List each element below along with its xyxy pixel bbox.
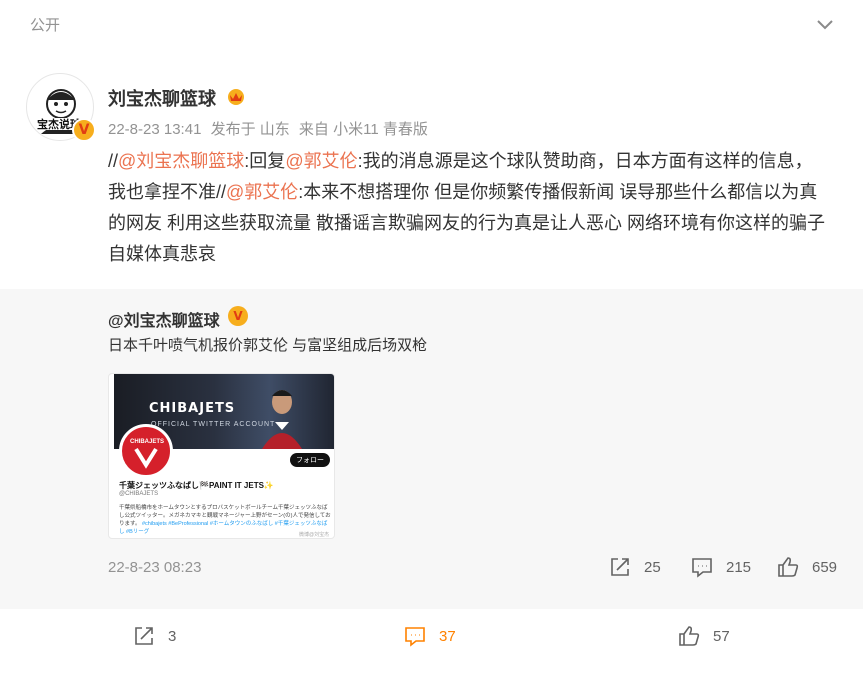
post-time[interactable]: 22-8-23 13:41 [108,121,201,138]
comment-icon [692,558,712,578]
visibility-label: 公开 [30,17,61,34]
repost-count: 25 [644,558,661,576]
quoted-repost-button[interactable]: 25 [608,555,661,579]
logo-mark [134,447,158,469]
content-text: :回复 [244,151,286,171]
quoted-text: 日本千叶喷气机报价郭艾伦 与富坚组成后场双枪 [108,337,428,354]
quoted-comment-button[interactable]: 215 [690,555,751,579]
comment-count: 215 [726,558,752,576]
content-text: // [108,151,119,171]
post-meta: 22-8-23 13:41 发布于 山东 来自 小米11 青春版 [108,118,433,139]
repost-button[interactable]: 3 [132,624,176,648]
team-logo: CHIBAJETS [119,424,173,478]
image-watermark: 微博@刘宝杰聊篮球 [299,532,330,538]
quoted-post[interactable]: @刘宝杰聊篮球 V 日本千叶喷气机报价郭艾伦 与富坚组成后场双枪 CHIBAJE… [0,289,863,609]
like-icon [778,557,799,577]
quoted-author[interactable]: @刘宝杰聊篮球 [108,307,220,331]
account-name: 千葉ジェッツふなばし🏁PAINT IT JETS✨ [119,481,274,490]
banner-title: CHIBAJETS [149,401,236,416]
chevron-down-icon[interactable] [814,13,836,35]
follow-button: フォロー [290,453,330,467]
player-photo [262,390,302,449]
comment-count: 37 [439,627,456,645]
quoted-image[interactable]: CHIBAJETS OFFICIAL TWITTER ACCOUNT CHIBA… [108,373,335,539]
quoted-time[interactable]: 22-8-23 08:23 [108,559,201,576]
post-topbar: 公开 [0,0,863,50]
bio-tags: #chibajets #BeProfessional #ホームタウンのふなばし … [119,521,328,535]
post-footer: 3 37 57 [0,620,863,654]
like-button[interactable]: 57 [677,624,730,648]
like-count: 57 [713,627,730,645]
quoted-like-button[interactable]: 659 [776,555,837,579]
crown-icon [228,89,244,105]
account-handle: @CHIBAJETS [119,491,159,497]
post-content: //@刘宝杰聊篮球:回复@郭艾伦:我的消息源是这个球队赞助商，日本方面有这样的信… [108,146,828,270]
mention-link[interactable]: @刘宝杰聊篮球 [118,151,244,171]
comment-button[interactable]: 37 [403,624,456,648]
repost-icon [135,627,153,645]
mention-link[interactable]: @郭艾伦 [226,182,298,202]
comment-icon [405,627,425,647]
verified-badge-icon: V [228,306,248,326]
repost-icon [611,558,629,576]
author-name[interactable]: 刘宝杰聊篮球 [108,85,216,111]
repost-count: 3 [168,627,177,645]
post-source: 来自 小米11 青春版 [298,121,428,138]
verified-badge-icon: V [72,118,96,142]
like-icon [679,626,700,646]
mention-link[interactable]: @郭艾伦 [285,151,357,171]
like-count: 659 [812,558,838,576]
post-location: 发布于 山东 [210,121,290,138]
